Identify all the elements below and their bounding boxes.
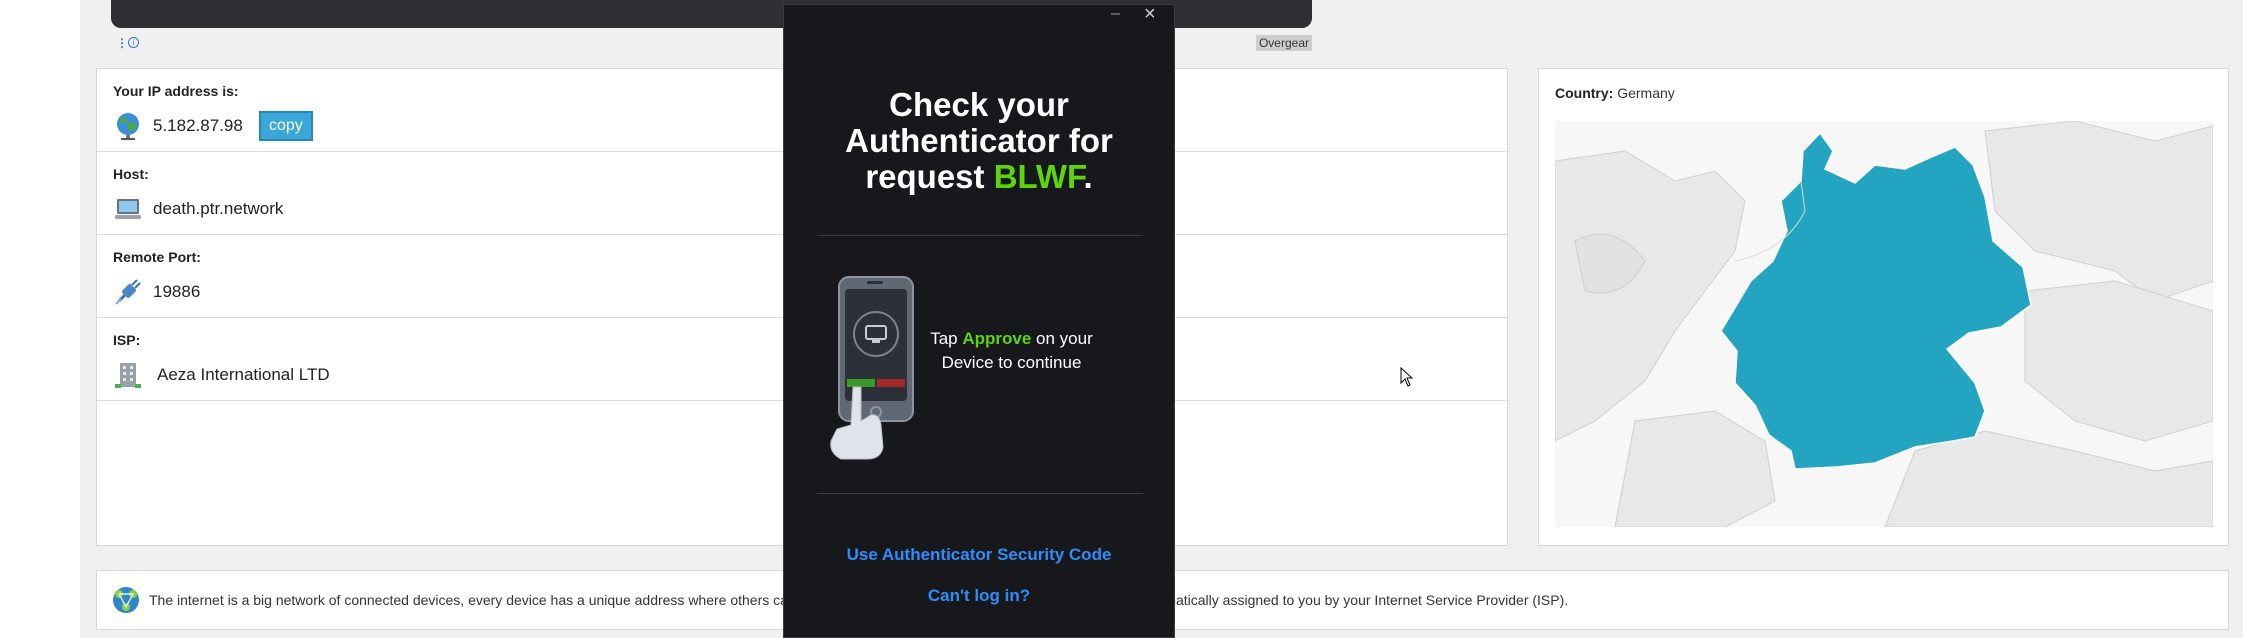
title-suffix: .: [1083, 158, 1093, 195]
ip-label: Your IP address is:: [113, 83, 239, 99]
phone-tap-illustration-icon: [830, 276, 914, 460]
approve-word: Approve: [962, 329, 1032, 348]
mouse-cursor-icon: [1400, 367, 1414, 387]
country-map-panel: Country: Germany: [1538, 68, 2229, 546]
isp-value: Aeza International LTD: [157, 365, 330, 384]
cant-log-in-link[interactable]: Can't log in?: [784, 586, 1174, 606]
title-line-1: Check your: [889, 86, 1069, 123]
network-globe-icon: [113, 587, 139, 613]
popup-divider-bottom: [817, 493, 1143, 494]
popup-title: Check your Authenticator for request BLW…: [784, 87, 1174, 195]
ip-value: 5.182.87.98: [153, 116, 243, 135]
use-security-code-link[interactable]: Use Authenticator Security Code: [784, 545, 1174, 565]
port-value: 19886: [153, 282, 201, 301]
isp-label: ISP:: [113, 332, 141, 348]
copy-button[interactable]: copy: [259, 111, 313, 141]
country-map: [1555, 121, 2213, 527]
host-label: Host:: [113, 166, 149, 182]
page-left-margin: [0, 0, 80, 638]
ad-label[interactable]: Overgear: [1255, 35, 1312, 51]
globe-icon: [117, 113, 139, 140]
laptop-icon: [115, 199, 141, 219]
ad-info-icon[interactable]: i: [128, 37, 139, 48]
country-value: Germany: [1617, 85, 1675, 101]
building-icon: [115, 363, 141, 388]
authenticator-popup: – × Check your Authenticator for request…: [783, 3, 1175, 638]
request-code: BLWF: [993, 158, 1084, 195]
ad-menu-icon[interactable]: ⋮: [116, 36, 128, 50]
title-line-3-prefix: request: [865, 158, 994, 195]
tap-prefix: Tap: [930, 329, 963, 348]
port-label: Remote Port:: [113, 249, 201, 265]
host-value: death.ptr.network: [153, 199, 284, 218]
tap-approve-instruction: Tap Approve on your Device to continue: [919, 327, 1104, 375]
title-line-2: Authenticator for: [845, 122, 1113, 159]
network-plug-icon: [115, 279, 141, 305]
close-button[interactable]: ×: [1144, 3, 1156, 26]
popup-divider-top: [817, 235, 1143, 236]
minimize-button[interactable]: –: [1111, 5, 1120, 23]
title-line-3: request BLWF.: [784, 159, 1174, 195]
country-label: Country:: [1555, 85, 1614, 101]
country-line: Country: Germany: [1555, 85, 1675, 101]
